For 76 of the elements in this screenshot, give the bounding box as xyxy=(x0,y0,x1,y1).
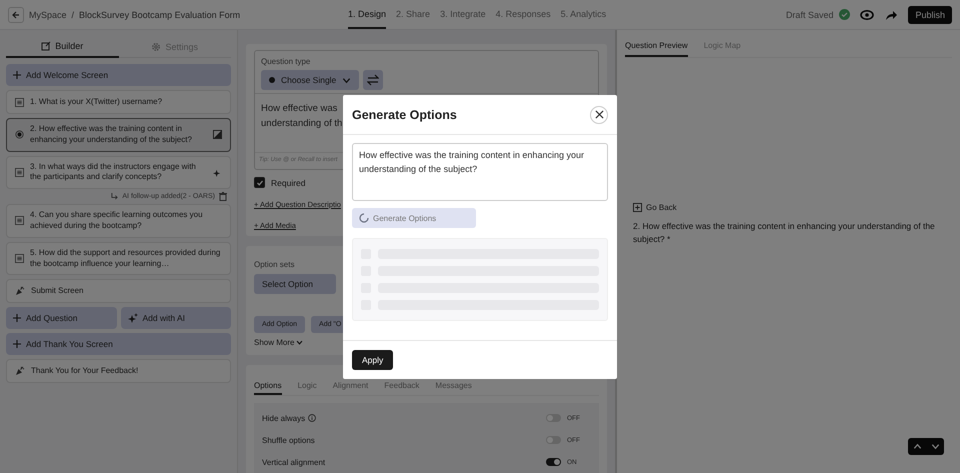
chevron-up-icon xyxy=(912,442,922,451)
back-button[interactable] xyxy=(8,6,24,22)
screen-item[interactable]: Thank You for Your Feedback! xyxy=(6,359,231,384)
plus-icon xyxy=(13,314,21,322)
plus-icon xyxy=(13,71,21,79)
question-option-tab[interactable]: Alignment xyxy=(332,378,368,395)
text-field-icon xyxy=(15,98,24,106)
sparkle-icon xyxy=(128,313,138,324)
sparkle-icon xyxy=(213,168,222,177)
edit-icon[interactable] xyxy=(213,130,222,140)
question-option-tab[interactable]: Messages xyxy=(435,378,472,395)
text-field-icon xyxy=(15,168,24,177)
back-arrow-icon xyxy=(11,10,21,20)
step-tab[interactable]: 4. Responses xyxy=(496,0,551,29)
swap-icon xyxy=(367,74,380,86)
eye-icon[interactable] xyxy=(860,8,874,22)
question-item[interactable]: 4. Can you share specific learning outcomes you achieved during the bootcamp? xyxy=(6,204,231,238)
show-more-button[interactable]: Show More xyxy=(254,338,599,347)
question-option-tab[interactable]: Feedback xyxy=(384,378,420,395)
apply-button[interactable]: Apply xyxy=(352,350,394,370)
question-option-tab[interactable]: Logic xyxy=(298,378,317,395)
swap-button[interactable] xyxy=(363,70,384,90)
preview-tab[interactable]: Question Preview xyxy=(625,36,688,57)
party-icon xyxy=(15,366,25,376)
required-label: Required xyxy=(271,178,306,188)
toggle-switch[interactable] xyxy=(546,414,561,422)
return-arrow-icon xyxy=(111,193,118,200)
plus-icon xyxy=(13,340,21,348)
step-tab[interactable]: 5. Analytics xyxy=(560,0,606,29)
radio-icon xyxy=(15,130,24,140)
chevron-down-icon xyxy=(296,339,304,346)
save-status: Draft Saved xyxy=(786,10,834,20)
screen-item[interactable]: Submit Screen xyxy=(6,279,231,304)
chevron-down-icon xyxy=(342,76,352,84)
field-label: Question type xyxy=(261,57,312,66)
trash-icon[interactable] xyxy=(219,192,227,202)
close-icon xyxy=(594,110,604,119)
text-field-icon xyxy=(15,254,24,264)
question-item[interactable]: 3. In what ways did the instructors engage with the participants and clarify concepts? xyxy=(6,156,231,190)
generate-options-button[interactable]: Generate Options xyxy=(352,208,476,228)
setting-label: Hide always xyxy=(262,414,306,422)
toggle-switch[interactable] xyxy=(546,458,561,466)
close-button[interactable] xyxy=(590,106,608,124)
required-checkbox[interactable] xyxy=(254,177,265,188)
setting-label: Vertical alignment xyxy=(262,458,326,466)
gear-icon xyxy=(151,42,162,52)
add-question-button[interactable]: Add Question xyxy=(6,307,116,330)
text-field-icon xyxy=(15,216,24,226)
add-button[interactable]: Add Thank You Screen xyxy=(6,333,231,356)
step-tab[interactable]: 2. Share xyxy=(396,0,430,29)
step-tab[interactable]: 3. Integrate xyxy=(440,0,486,29)
party-icon xyxy=(15,286,25,296)
form-title: BlockSurvey Bootcamp Evaluation Form xyxy=(79,10,240,20)
field-label: Option sets xyxy=(254,260,296,269)
chevron-down-icon xyxy=(930,442,940,451)
question-option-tab[interactable]: Options xyxy=(254,378,282,395)
builder-tab[interactable]: Builder xyxy=(6,36,118,58)
edit-icon xyxy=(41,41,52,51)
question-item[interactable]: 2. How effective was the training content in enhancing your understanding of the subject? xyxy=(6,118,231,152)
add-button[interactable]: Add Welcome Screen xyxy=(6,64,231,86)
option-set-select[interactable]: Select Option xyxy=(254,274,336,294)
go-back-link[interactable]: Go Back xyxy=(646,203,677,212)
toggle-switch[interactable] xyxy=(546,436,561,444)
question-item[interactable]: 1. What is your X(Twitter) username? xyxy=(6,90,231,114)
add-with-ai-button[interactable]: Add with AI xyxy=(120,307,231,330)
dialog-title: Generate Options xyxy=(352,108,457,122)
setting-label: Shuffle options xyxy=(262,436,315,444)
check-icon xyxy=(839,9,850,20)
publish-button[interactable]: Publish xyxy=(908,6,952,24)
preview-question: 2. How effective was the training content in enhancing your understanding of the subject? * xyxy=(633,220,936,246)
question-item[interactable]: 5. How did the support and resources provided during the bootcamp influence your learning… xyxy=(6,242,231,276)
back-box-icon xyxy=(633,203,642,212)
question-type-select[interactable]: Choose Single xyxy=(261,70,360,90)
breadcrumb-separator: / xyxy=(72,10,74,20)
breadcrumb-link[interactable]: MySpace xyxy=(29,10,67,20)
prompt-field[interactable]: How effective was the training content in enhancing your understanding of the subject? xyxy=(352,143,608,201)
